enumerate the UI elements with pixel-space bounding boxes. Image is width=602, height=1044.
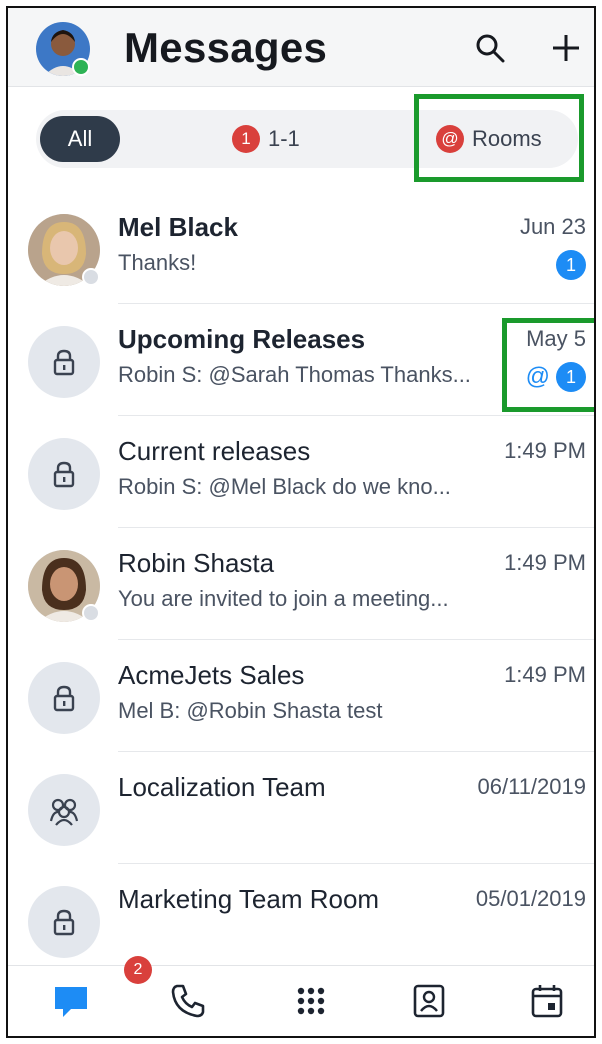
dialpad-icon [297,987,325,1015]
conversation-title: Localization Team [118,772,326,802]
filter-one-to-one-tab[interactable]: 1 1-1 [232,122,300,156]
nav-calls[interactable] [165,978,211,1024]
conversation-preview: Thanks! [118,250,197,275]
conversation-title: Mel Black [118,212,238,242]
contacts-icon [413,984,445,1018]
conversation-preview: You are invited to join a meeting... [118,586,449,611]
nav-calendar[interactable] [524,978,570,1024]
lock-icon [53,909,75,936]
messages-icon [55,987,87,1017]
conversation-time: 1:49 PM [504,438,586,463]
conversation-row[interactable]: Marketing Team Room 05/01/2019 [8,864,594,976]
date-highlight-box [502,318,594,412]
conversation-preview: Robin S: @Mel Black do we kno... [118,474,451,499]
conversation-row[interactable]: Localization Team 06/11/2019 [8,752,594,864]
conversation-row[interactable]: Current releases Robin S: @Mel Black do w… [8,416,594,528]
conversation-time: Jun 23 [519,214,586,239]
online-status-dot [72,58,90,76]
lock-icon [53,685,75,712]
team-icon [49,798,79,826]
conversation-preview: Robin S: @Sarah Thomas Thanks... [118,362,471,387]
new-message-button[interactable] [546,28,586,68]
lock-icon [53,349,75,376]
space-avatar [28,886,100,958]
nav-messages[interactable]: 2 [48,956,152,1024]
lock-icon [53,461,75,488]
messages-unread-badge: 2 [124,956,152,984]
conversation-time: 1:49 PM [504,550,586,575]
conversation-time: 06/11/2019 [477,774,586,799]
space-avatar [28,326,100,398]
conversation-row[interactable]: AcmeJets Sales Mel B: @Robin Shasta test 1… [8,640,594,752]
search-icon [476,34,505,63]
offline-status-dot [82,268,100,286]
space-avatar [28,774,100,846]
conversation-row[interactable]: Mel Black Thanks! Jun 23 1 [8,192,594,304]
plus-icon [553,35,579,61]
conversation-time: 1:49 PM [504,662,586,687]
calendar-icon [531,985,563,1018]
offline-status-dot [82,604,100,622]
filter-all-tab[interactable]: All [40,116,120,162]
search-button[interactable] [470,28,510,68]
bottom-navigation: 2 [8,956,594,1036]
conversation-title: Current releases [118,436,311,466]
nav-contacts[interactable] [406,978,452,1024]
rooms-highlight-box [414,94,584,182]
conversation-title: AcmeJets Sales [118,660,305,690]
top-bar: Messages [8,8,594,87]
space-avatar [28,438,100,510]
conversation-badges: 1 [556,250,586,280]
conversation-preview: Mel B: @Robin Shasta test [118,698,383,723]
app-frame: Messages All 1 1-1 @ Rooms Mel Black Than… [6,6,596,1038]
one-to-one-label: 1-1 [268,126,300,151]
phone-icon [171,984,205,1018]
page-title: Messages [124,24,328,71]
conversation-title: Marketing Team Room [118,884,380,914]
unread-count-badge: 1 [556,250,586,280]
conversation-title: Robin Shasta [118,548,275,578]
nav-dialpad[interactable] [288,978,334,1024]
one-to-one-unread-badge: 1 [232,125,260,153]
conversation-row[interactable]: Robin Shasta You are invited to join a me… [8,528,594,640]
conversation-time: 05/01/2019 [475,886,586,911]
conversation-title: Upcoming Releases [118,324,366,354]
space-avatar [28,662,100,734]
